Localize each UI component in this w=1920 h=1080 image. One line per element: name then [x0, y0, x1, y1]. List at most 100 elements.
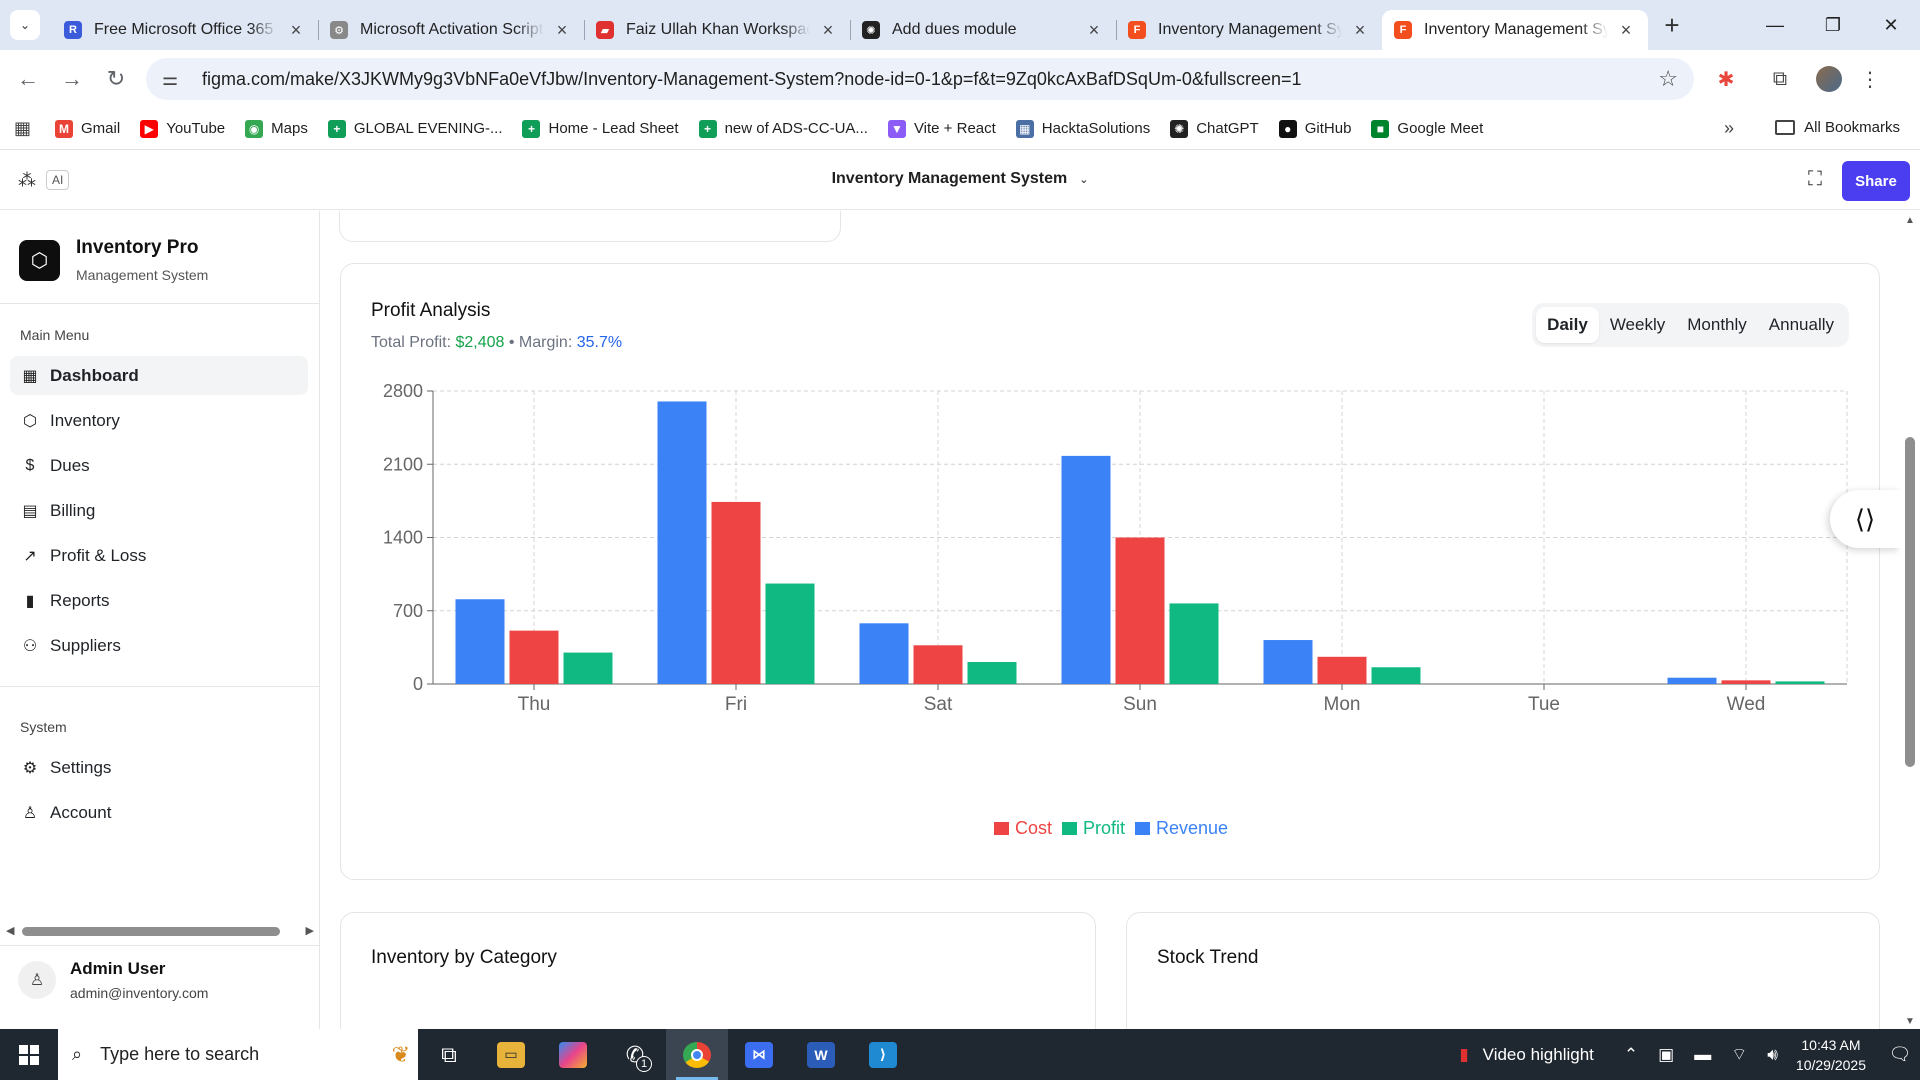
- new-tab-button[interactable]: +: [1654, 7, 1690, 43]
- omnibox[interactable]: ⚌ figma.com/make/X3JKWMy9g3VbNFa0eVfJbw/…: [146, 58, 1694, 100]
- period-daily-button[interactable]: Daily: [1536, 307, 1599, 343]
- bookmark-item[interactable]: + new of ADS-CC-UA...: [698, 119, 868, 138]
- volume-icon[interactable]: 🔊︎: [1767, 1045, 1778, 1065]
- sidebar-item-profit-loss[interactable]: ↗ Profit & Loss: [10, 536, 308, 575]
- battery-icon[interactable]: ▬: [1694, 1045, 1711, 1065]
- bookmark-item[interactable]: + Home - Lead Sheet: [522, 119, 679, 138]
- browser-tab[interactable]: F Inventory Management Sys ×: [1382, 10, 1648, 50]
- sidebar-item-dues[interactable]: $ Dues: [10, 446, 308, 485]
- clock[interactable]: 10:43 AM 10/29/2025: [1796, 1035, 1866, 1075]
- close-tab-icon[interactable]: ×: [286, 20, 306, 41]
- bookmark-item[interactable]: ■ Google Meet: [1371, 119, 1483, 138]
- browser-tab[interactable]: ✺ Add dues module ×: [850, 10, 1116, 50]
- chevron-up-icon[interactable]: ⌃: [1624, 1045, 1638, 1065]
- close-window-button[interactable]: ✕: [1862, 0, 1920, 50]
- bookmark-favicon-icon: M: [55, 119, 74, 138]
- notifications-icon[interactable]: 🗨︎: [1880, 1044, 1920, 1065]
- sidebar-item-settings[interactable]: ⚙ Settings: [10, 748, 308, 787]
- word-icon: W: [807, 1041, 835, 1068]
- close-tab-icon[interactable]: ×: [1350, 20, 1370, 41]
- scroll-up-icon[interactable]: ▲: [1905, 215, 1915, 226]
- notification-badge: 1: [636, 1056, 652, 1072]
- chrome-button[interactable]: [666, 1029, 728, 1080]
- legend-item-revenue[interactable]: Revenue: [1134, 818, 1228, 839]
- sidebar-item-reports[interactable]: ▮ Reports: [10, 581, 308, 620]
- minimize-button[interactable]: —: [1746, 0, 1804, 50]
- period-monthly-button[interactable]: Monthly: [1676, 307, 1758, 343]
- browser-tab[interactable]: F Inventory Management Sys ×: [1116, 10, 1382, 50]
- capcut-button[interactable]: ⋈: [728, 1029, 790, 1080]
- period-weekly-button[interactable]: Weekly: [1599, 307, 1676, 343]
- bookmark-item[interactable]: ▦ HacktaSolutions: [1015, 119, 1150, 138]
- all-bookmarks-label: All Bookmarks: [1804, 119, 1900, 136]
- start-button[interactable]: [0, 1029, 58, 1080]
- sidebar-item-billing[interactable]: ▤ Billing: [10, 491, 308, 530]
- close-tab-icon[interactable]: ×: [1616, 20, 1636, 41]
- tab-search-button[interactable]: ⌄: [10, 10, 40, 40]
- sidebar-item-label: Account: [50, 802, 112, 822]
- scroll-down-icon[interactable]: ▼: [1905, 1016, 1915, 1027]
- close-tab-icon[interactable]: ×: [1084, 20, 1104, 41]
- code-search-floating-button[interactable]: ⟨⟩: [1830, 490, 1900, 548]
- share-button[interactable]: Share: [1842, 161, 1910, 201]
- sidebar-item-dashboard[interactable]: ▦ Dashboard: [10, 356, 308, 395]
- forward-button[interactable]: →: [50, 59, 94, 99]
- screenshot-icon[interactable]: ⛶: [1808, 168, 1822, 191]
- bookmark-label: Maps: [271, 120, 308, 137]
- close-tab-icon[interactable]: ×: [552, 20, 572, 41]
- sidebar-horizontal-scrollbar[interactable]: ◀ ▶: [6, 924, 314, 938]
- browser-menu-icon[interactable]: ⋮: [1860, 67, 1880, 92]
- task-view-button[interactable]: ⧉: [418, 1029, 480, 1080]
- browser-tab[interactable]: R Free Microsoft Office 365 F ×: [52, 10, 318, 50]
- back-button[interactable]: ←: [6, 59, 50, 99]
- total-profit-label: Total Profit:: [371, 334, 456, 351]
- extensions-puzzle-icon[interactable]: ⧉: [1758, 59, 1802, 99]
- legend-item-cost[interactable]: Cost: [993, 818, 1052, 839]
- scroll-left-icon[interactable]: ◀: [6, 924, 14, 937]
- sidebar-item-inventory[interactable]: ⬡ Inventory: [10, 401, 308, 440]
- legend-item-profit[interactable]: Profit: [1061, 818, 1125, 839]
- taskbar-search[interactable]: ⌕ Type here to search ❦: [58, 1029, 418, 1080]
- extension-icon[interactable]: ✱: [1704, 59, 1748, 99]
- page-vertical-scrollbar[interactable]: ▲ ▼: [1900, 211, 1920, 1029]
- scroll-right-icon[interactable]: ▶: [306, 924, 314, 937]
- apps-grid-icon[interactable]: ▦: [14, 118, 31, 139]
- whatsapp-button[interactable]: ✆ 1: [604, 1029, 666, 1080]
- close-tab-icon[interactable]: ×: [818, 20, 838, 41]
- reload-button[interactable]: ↻: [94, 59, 138, 99]
- meet-now-icon[interactable]: ▣: [1658, 1045, 1674, 1065]
- all-bookmarks-button[interactable]: All Bookmarks: [1775, 119, 1900, 136]
- stock-trend-card: Stock Trend: [1126, 912, 1880, 1029]
- vscode-button[interactable]: ⟩: [852, 1029, 914, 1080]
- more-bookmarks-icon[interactable]: »: [1724, 118, 1734, 139]
- bookmark-item[interactable]: ● GitHub: [1278, 119, 1351, 138]
- browser-tab[interactable]: ⚙ Microsoft Activation Script ×: [318, 10, 584, 50]
- scrollbar-thumb[interactable]: [22, 927, 280, 936]
- bookmark-item[interactable]: ▼ Vite + React: [887, 119, 996, 138]
- bookmark-item[interactable]: ◉ Maps: [245, 119, 308, 138]
- bookmark-item[interactable]: ✺ ChatGPT: [1170, 119, 1259, 138]
- url-text[interactable]: figma.com/make/X3JKWMy9g3VbNFa0eVfJbw/In…: [202, 69, 1658, 90]
- sidebar-item-account[interactable]: ♙ Account: [10, 793, 308, 832]
- file-explorer-button[interactable]: ▭: [480, 1029, 542, 1080]
- video-highlight[interactable]: ▮ Video highlight: [1459, 1045, 1594, 1065]
- wifi-icon[interactable]: ⌔: [1731, 1044, 1747, 1065]
- tab-title: Free Microsoft Office 365 F: [94, 21, 278, 38]
- bookmark-item[interactable]: M Gmail: [55, 119, 121, 138]
- site-info-icon[interactable]: ⚌: [162, 69, 188, 90]
- file-title-menu[interactable]: Inventory Management System ⌄: [0, 170, 1920, 188]
- period-annually-button[interactable]: Annually: [1758, 307, 1845, 343]
- scrollbar-thumb[interactable]: [1905, 437, 1915, 767]
- restore-button[interactable]: ❐: [1804, 0, 1862, 50]
- bookmark-item[interactable]: + GLOBAL EVENING-...: [327, 119, 502, 138]
- profile-avatar[interactable]: [1816, 66, 1842, 92]
- browser-tab[interactable]: ▰ Faiz Ullah Khan Workspace ×: [584, 10, 850, 50]
- word-button[interactable]: W: [790, 1029, 852, 1080]
- sidebar-item-suppliers[interactable]: ⚇ Suppliers: [10, 626, 308, 665]
- user-profile[interactable]: ♙ Admin User admin@inventory.com: [18, 959, 208, 1001]
- copilot-button[interactable]: [542, 1029, 604, 1080]
- bookmark-star-icon[interactable]: ☆: [1658, 66, 1678, 92]
- bookmark-item[interactable]: ▶ YouTube: [140, 119, 225, 138]
- chart-legend: Cost Profit Revenue: [341, 818, 1881, 839]
- bookmark-label: Gmail: [81, 120, 121, 137]
